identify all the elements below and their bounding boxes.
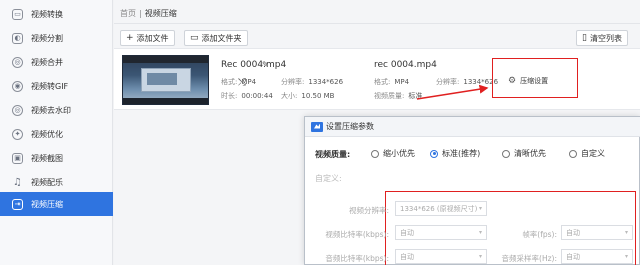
radio-icon [502,149,510,158]
chevron-down-icon: ▾ [478,229,482,236]
radio-label: 缩小优先 [383,149,415,158]
audio-bitrate-select[interactable]: 自动 ▾ [395,249,487,264]
radio-clarity-first[interactable]: 清晰优先 [502,148,546,159]
radio-standard[interactable]: 标准(推荐) [430,148,480,159]
radio-icon [569,149,577,158]
dialog-titlebar[interactable]: 设置压缩参数 [305,117,640,137]
fps-value: 自动 [566,228,580,237]
bitrate-label: 视频比特率(kbps): [325,230,389,239]
radio-label: 清晰优先 [514,149,546,158]
bitrate-value: 自动 [400,228,414,237]
chevron-down-icon: ▾ [624,253,628,260]
chevron-down-icon: ▾ [478,205,482,212]
audio-bitrate-value: 自动 [400,252,414,261]
bitrate-select[interactable]: 自动 ▾ [395,225,487,240]
resolution-label: 视频分辨率: [348,206,389,215]
dialog-title: 设置压缩参数 [326,122,374,131]
resolution-value: 1334*626 (原视频尺寸) [400,204,478,213]
sample-rate-label: 音频采样率(Hz): [501,254,557,263]
sample-rate-value: 自动 [566,252,580,261]
radio-custom[interactable]: 自定义 [569,148,605,159]
compress-settings-dialog: 设置压缩参数 视频质量: 缩小优先 标准(推荐) 清晰优先 自定义 自定义: 视… [304,116,640,265]
radio-label: 自定义 [581,149,605,158]
app-logo-icon [311,121,323,132]
fps-select[interactable]: 自动 ▾ [561,225,633,240]
radio-selected-icon [430,149,438,158]
radio-size-first[interactable]: 缩小优先 [371,148,415,159]
app-window: ▭ 视频转换 ◐ 视频分割 ◎ 视频合并 ◉ 视频转GIF ◎ 视频去水印 ✦ … [0,0,640,265]
custom-section-label: 自定义: [315,174,342,183]
audio-bitrate-label: 音频比特率(kbps): [325,254,389,263]
radio-icon [371,149,379,158]
chevron-down-icon: ▾ [478,253,482,260]
fps-label: 帧率(fps): [522,230,557,239]
radio-label: 标准(推荐) [442,149,481,158]
chevron-down-icon: ▾ [624,229,628,236]
quality-label: 视频质量: [315,150,351,159]
sample-rate-select[interactable]: 自动 ▾ [561,249,633,264]
resolution-select[interactable]: 1334*626 (原视频尺寸) ▾ [395,201,487,216]
